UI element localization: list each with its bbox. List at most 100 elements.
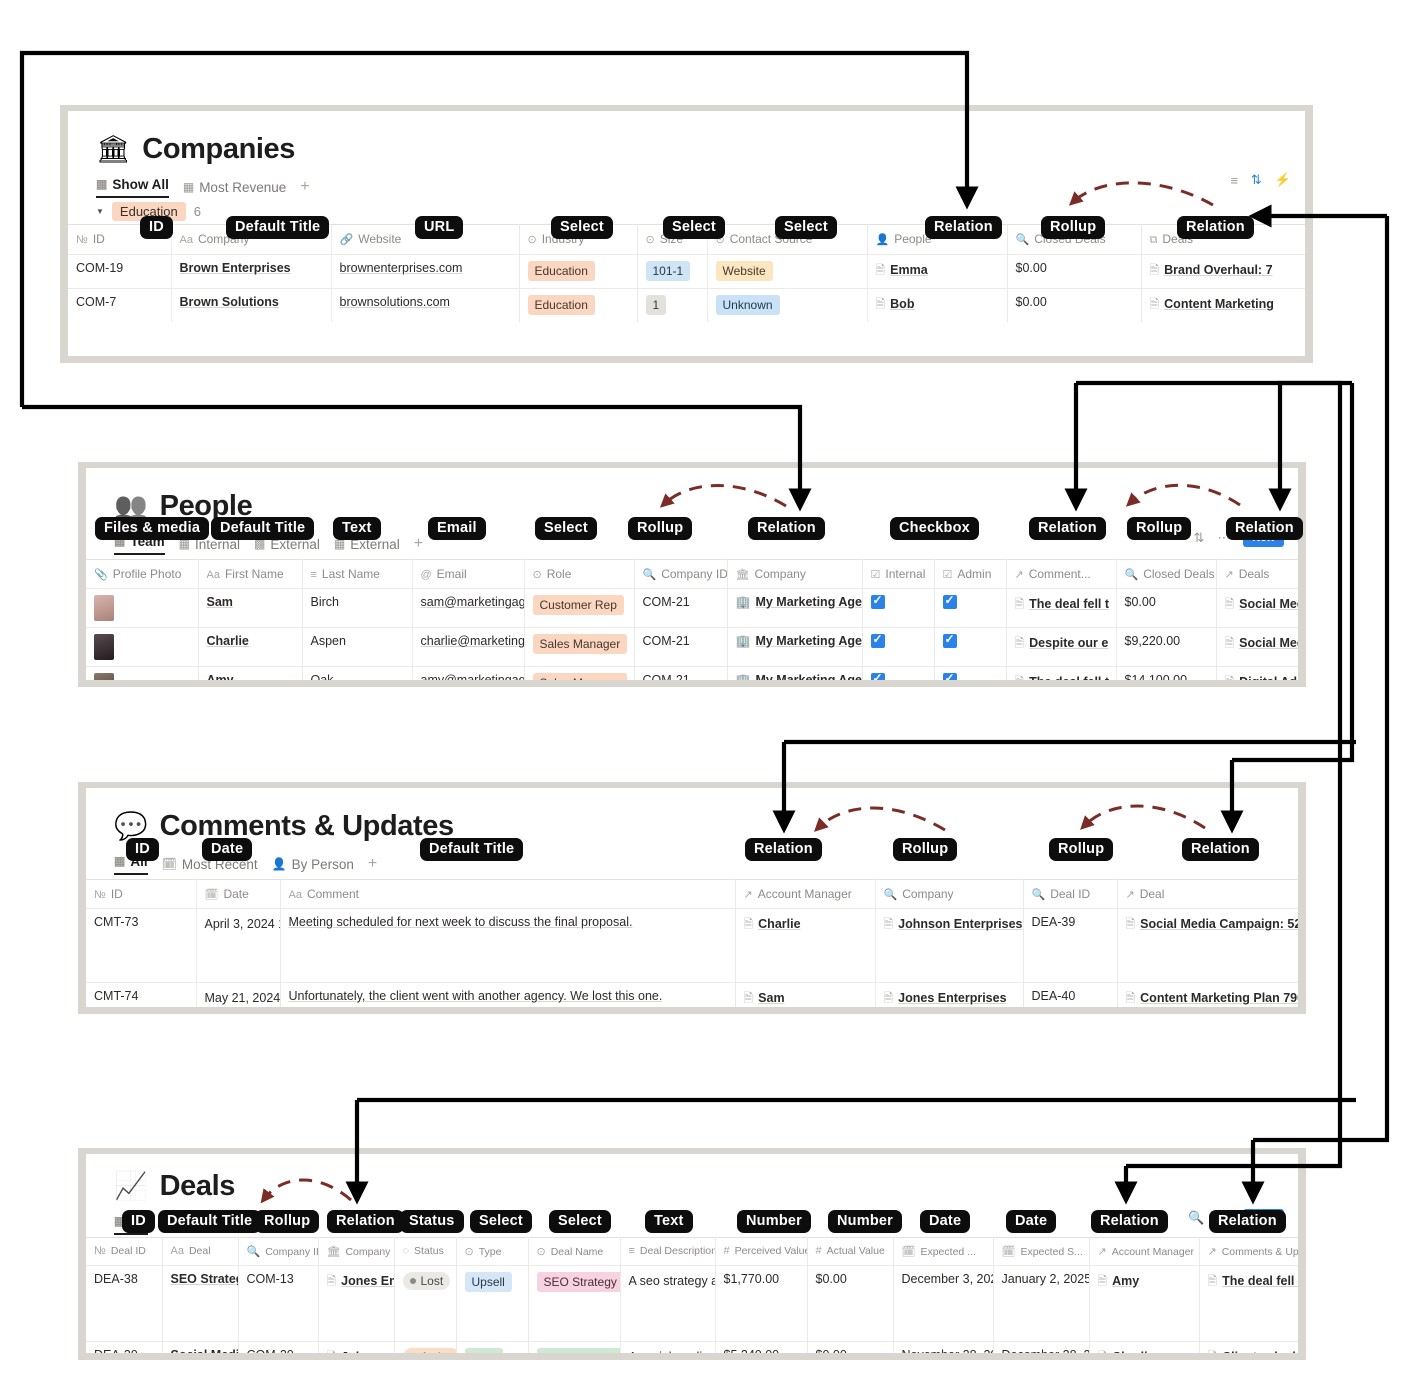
col-role[interactable]: ⊙ Role xyxy=(524,559,635,589)
cell-deal[interactable]: 🗎 Social Media Campaign: 5240 xyxy=(1117,908,1298,983)
table-row[interactable]: DEA-38 SEO Strategy: COM-13 🗎Jones Ente … xyxy=(86,1265,1298,1342)
col-company[interactable]: 🏛 Company xyxy=(318,1237,395,1266)
col-perceived-value[interactable]: # Perceived Value xyxy=(715,1237,808,1266)
col-deal[interactable]: Aa Deal xyxy=(162,1237,239,1266)
chevron-down-icon[interactable]: ▼ xyxy=(96,207,104,216)
cell-company[interactable]: Brown Solutions xyxy=(171,288,332,322)
cell-website[interactable]: brownsolutions.com xyxy=(331,288,520,322)
col-company-id[interactable]: 🔍 Company ID xyxy=(238,1237,319,1266)
col-deal-description[interactable]: ≡ Deal Description xyxy=(620,1237,716,1266)
filter-icon[interactable]: ≡ xyxy=(1230,173,1238,188)
checkbox-checked-icon[interactable] xyxy=(870,632,885,648)
cell-internal[interactable] xyxy=(862,588,935,628)
sort-icon[interactable]: ⇅ xyxy=(1251,172,1262,188)
cell-role[interactable]: Sales Manager xyxy=(524,627,635,667)
col-company[interactable]: 🔍 Company xyxy=(875,879,1024,909)
table-row[interactable]: CMT-74 May 21, 2024 4:29 Unfortunately, … xyxy=(86,982,1298,1007)
cell-company[interactable]: 🗎Johnson Er xyxy=(318,1341,395,1353)
col-actual-value[interactable]: # Actual Value xyxy=(807,1237,894,1266)
tab-most-revenue[interactable]: ▦ Most Revenue xyxy=(183,180,286,195)
checkbox-checked-icon[interactable] xyxy=(870,671,885,680)
cell-profile-photo[interactable] xyxy=(86,627,199,667)
cell-account-manager[interactable]: 🗎 Sam xyxy=(735,982,876,1007)
cell-comment[interactable]: Meeting scheduled for next week to discu… xyxy=(280,908,736,983)
col-email[interactable]: @ Email xyxy=(412,559,525,589)
add-view-button[interactable]: + xyxy=(368,855,377,873)
col-deal-id[interactable]: 🔍 Deal ID xyxy=(1023,879,1118,909)
col-expected-start[interactable]: 🗓 Expected S... xyxy=(993,1237,1090,1266)
cell-first-name[interactable]: Sam xyxy=(198,588,303,628)
cell-internal[interactable] xyxy=(862,627,935,667)
checkbox-checked-icon[interactable] xyxy=(870,593,885,609)
cell-date[interactable]: April 3, 2024 1:45 AM xyxy=(196,908,281,983)
table-row[interactable]: COM-19 Brown Enterprises brownenterprise… xyxy=(68,254,1305,289)
cell-email[interactable]: amy@marketingag xyxy=(412,666,525,680)
cell-deals[interactable]: 🗎Social Medi xyxy=(1216,627,1298,667)
col-comments-updates[interactable]: ↗Comments & Updates xyxy=(1199,1237,1298,1266)
cell-size[interactable]: 1 xyxy=(637,288,708,322)
table-row[interactable]: DEA-39 Social Media C COM-20 🗎Johnson Er… xyxy=(86,1341,1298,1353)
cell-comment[interactable]: 🗎The deal fell t xyxy=(1006,588,1117,628)
cell-expected-start[interactable]: January 2, 2025 xyxy=(993,1265,1090,1342)
col-expected-close[interactable]: 🗓 Expected ... xyxy=(893,1237,994,1266)
cell-account-manager[interactable]: 🗎Charlie xyxy=(735,908,876,983)
cell-expected-close[interactable]: November 28, 20 xyxy=(893,1341,994,1353)
col-deals[interactable]: ↗ Deals xyxy=(1216,559,1298,589)
col-admin[interactable]: ☑ Admin xyxy=(934,559,1007,589)
cell-expected-close[interactable]: December 3, 202 xyxy=(893,1265,994,1342)
cell-account-manager[interactable]: 🗎Charlie xyxy=(1089,1341,1200,1353)
col-last-name[interactable]: ≡ Last Name xyxy=(302,559,413,589)
cell-status[interactable]: Lost xyxy=(394,1265,457,1342)
cell-profile-photo[interactable] xyxy=(86,588,199,628)
cell-deals[interactable]: 🗎 Brand Overhaul: 7 xyxy=(1141,254,1305,289)
cell-company[interactable]: 🏢My Marketing Agency xyxy=(727,666,863,680)
cell-deal[interactable]: SEO Strategy: xyxy=(162,1265,239,1342)
cell-company[interactable]: 🏢My Marketing Agency xyxy=(727,627,863,667)
cell-website[interactable]: brownenterprises.com xyxy=(331,254,520,289)
table-row[interactable]: Sam Birch sam@marketingag Customer Rep C… xyxy=(86,588,1298,628)
col-account-manager[interactable]: ↗ Account Manager xyxy=(735,879,876,909)
table-row[interactable]: Amy Oak amy@marketingag Sales Manager CO… xyxy=(86,666,1298,680)
col-type[interactable]: ⊙ Type xyxy=(456,1237,529,1266)
cell-company[interactable]: 🗎 Jones Enterprises xyxy=(875,982,1024,1007)
cell-contact-source[interactable]: Unknown xyxy=(707,288,868,322)
col-profile-photo[interactable]: 📎 Profile Photo xyxy=(86,559,199,589)
cell-deals[interactable]: 🗎Social Medi xyxy=(1216,588,1298,628)
table-row[interactable]: Charlie Aspen charlie@marketing Sales Ma… xyxy=(86,627,1298,667)
col-comments[interactable]: ↗ Comment... xyxy=(1006,559,1117,589)
tab-by-person[interactable]: 👤 By Person xyxy=(272,857,354,872)
cell-company[interactable]: Brown Enterprises xyxy=(171,254,332,289)
col-deal[interactable]: ↗ Deal xyxy=(1117,879,1298,909)
cell-people[interactable]: 🗎 Bob xyxy=(867,288,1008,322)
search-icon[interactable]: 🔍 xyxy=(1188,1210,1204,1226)
col-id[interactable]: № ID xyxy=(86,879,197,909)
cell-deal-name[interactable]: SEO Strategy xyxy=(528,1265,621,1342)
cell-company[interactable]: 🗎Jones Ente xyxy=(318,1265,395,1342)
cell-comment[interactable]: 🗎 Despite our e xyxy=(1006,627,1117,667)
cell-comment[interactable]: Unfortunately, the client went with anot… xyxy=(280,982,736,1007)
cell-role[interactable]: Customer Rep xyxy=(524,588,635,628)
cell-contact-source[interactable]: Website xyxy=(707,254,868,289)
cell-email[interactable]: charlie@marketing xyxy=(412,627,525,667)
table-row[interactable]: CMT-73 April 3, 2024 1:45 AM Meeting sch… xyxy=(86,908,1298,983)
sort-icon[interactable]: ⇅ xyxy=(1193,530,1204,546)
cell-status[interactable]: Active xyxy=(394,1341,457,1353)
col-account-manager[interactable]: ↗ Account Manager xyxy=(1089,1237,1200,1266)
col-company[interactable]: 🏛 Company xyxy=(727,559,863,589)
cell-deals[interactable]: 🗎 Content Marketing xyxy=(1141,288,1305,322)
cell-internal[interactable] xyxy=(862,666,935,680)
cell-admin[interactable] xyxy=(934,588,1007,628)
cell-comment[interactable]: 🗎The deal fell t xyxy=(1006,666,1117,680)
cell-expected-start[interactable]: December 28, 20 xyxy=(993,1341,1090,1353)
col-internal[interactable]: ☑ Internal xyxy=(862,559,935,589)
cell-admin[interactable] xyxy=(934,666,1007,680)
col-deal-id[interactable]: № Deal ID xyxy=(86,1237,163,1266)
col-company-id[interactable]: 🔍 Company ID xyxy=(634,559,728,589)
checkbox-checked-icon[interactable] xyxy=(942,593,957,609)
cell-company[interactable]: 🏢My Marketing Agency xyxy=(727,588,863,628)
cell-account-manager[interactable]: 🗎 Amy xyxy=(1089,1265,1200,1342)
cell-comments[interactable]: 🗎The deal fell through xyxy=(1199,1265,1298,1342)
col-deal-name[interactable]: ⊙ Deal Name xyxy=(528,1237,621,1266)
cell-role[interactable]: Sales Manager xyxy=(524,666,635,680)
table-row[interactable]: COM-7 Brown Solutions brownsolutions.com… xyxy=(68,288,1305,322)
